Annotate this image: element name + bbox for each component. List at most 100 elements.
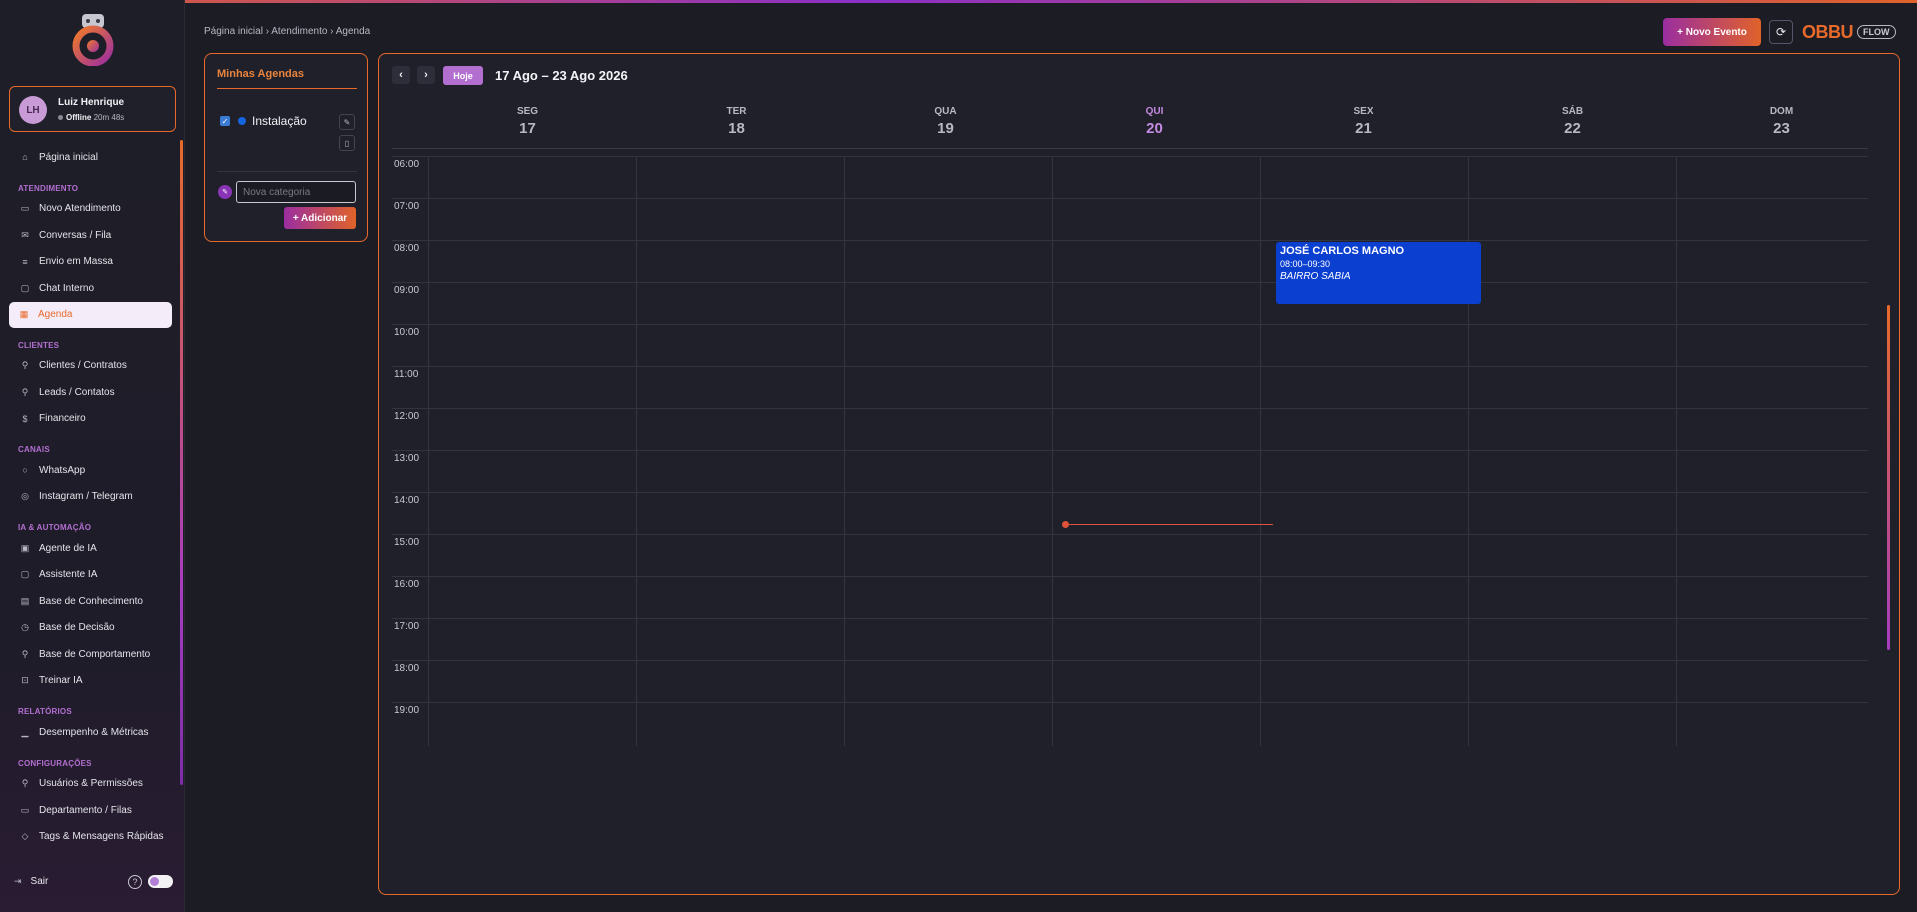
prev-week-button[interactable]: ‹: [392, 66, 410, 84]
refresh-icon[interactable]: ⟳: [1769, 20, 1793, 44]
hour-row[interactable]: 14:00: [392, 492, 1868, 534]
lock-icon: ⊡: [21, 675, 29, 686]
calendar-event[interactable]: JOSÉ CARLOS MAGNO 08:00–09:30 BAIRRO SAB…: [1276, 242, 1481, 304]
sidebar-item-leads[interactable]: ⚲ Leads / Contatos: [0, 379, 180, 406]
sidebar-item-label: Usuários & Permissões: [39, 778, 143, 790]
help-icon[interactable]: ?: [128, 875, 142, 889]
day-header[interactable]: TER 18: [632, 106, 841, 137]
day-name: SEX: [1353, 106, 1374, 117]
hour-row[interactable]: 16:00: [392, 576, 1868, 618]
brand-logo: OBBU FLOW: [1802, 21, 1896, 43]
sidebar-item-label: Tags & Mensagens Rápidas: [39, 831, 164, 843]
user-status: Offline 20m 48s: [58, 113, 124, 122]
hour-row[interactable]: 19:00: [392, 702, 1868, 744]
decision-icon: ◷: [21, 622, 29, 633]
hour-row[interactable]: 15:00: [392, 534, 1868, 576]
today-button[interactable]: Hoje: [443, 66, 483, 85]
day-column-divider: [1676, 156, 1677, 746]
new-category-input[interactable]: [236, 181, 356, 203]
app-logo[interactable]: [68, 12, 118, 67]
sidebar-item-chat-interno[interactable]: ▢ Chat Interno: [0, 275, 180, 302]
calendar-panel: ‹ › Hoje 17 Ago – 23 Ago 2026 SEG 17 TER 1…: [378, 53, 1900, 895]
divider: [217, 171, 357, 172]
hour-row[interactable]: 06:00: [392, 156, 1868, 198]
day-header[interactable]: QUA 19: [841, 106, 1050, 137]
sidebar-scrollbar[interactable]: [180, 140, 183, 785]
hour-row[interactable]: 17:00: [392, 618, 1868, 660]
day-header[interactable]: SEX 21: [1259, 106, 1468, 137]
hour-row[interactable]: 08:00: [392, 240, 1868, 282]
sidebar-item-base-decisao[interactable]: ◷ Base de Decisão: [0, 615, 180, 642]
hour-label: 07:00: [394, 201, 420, 212]
sidebar-item-home[interactable]: ⌂ Página inicial: [0, 144, 180, 171]
sidebar-nav: ⌂ Página inicial ATENDIMENTO ▭ Novo Atendi…: [0, 144, 180, 850]
agenda-checkbox[interactable]: ✓: [220, 116, 230, 126]
sidebar-item-conversas[interactable]: ✉ Conversas / Fila: [0, 222, 180, 249]
logout-button[interactable]: ⇥ Sair: [14, 876, 48, 887]
sidebar-item-instagram[interactable]: ◎ Instagram / Telegram: [0, 484, 180, 511]
hour-label: 19:00: [394, 705, 420, 716]
breadcrumb: Página inicial › Atendimento › Agenda: [204, 26, 371, 37]
day-column-divider: [1260, 156, 1261, 746]
users-icon: ⚲: [21, 386, 29, 397]
hour-row[interactable]: 09:00: [392, 282, 1868, 324]
bot-icon: ▣: [20, 542, 30, 553]
sidebar-item-tags[interactable]: ◇ Tags & Mensagens Rápidas: [0, 824, 180, 851]
hour-row[interactable]: 18:00: [392, 660, 1868, 702]
day-header-today[interactable]: QUI 20: [1050, 106, 1259, 137]
edit-icon[interactable]: ✎: [339, 114, 355, 130]
user-card[interactable]: LH Luiz Henrique Offline 20m 48s: [9, 86, 176, 132]
hour-row[interactable]: 11:00: [392, 366, 1868, 408]
top-accent-bar: [0, 0, 1917, 3]
sidebar-item-agente-ia[interactable]: ▣ Agente de IA: [0, 535, 180, 562]
next-week-button[interactable]: ›: [417, 66, 435, 84]
day-column-divider: [636, 156, 637, 746]
sidebar-item-label: Base de Comportamento: [39, 648, 151, 660]
sidebar-item-usuarios[interactable]: ⚲ Usuários & Permissões: [0, 771, 180, 798]
section-label-configuracoes: CONFIGURAÇÕES: [18, 758, 92, 768]
sidebar-item-base-comportamento[interactable]: ⚲ Base de Comportamento: [0, 641, 180, 668]
day-name: QUA: [934, 106, 957, 117]
sidebar-item-agenda[interactable]: ▦ Agenda: [9, 301, 172, 328]
day-header[interactable]: SEG 17: [423, 106, 632, 137]
sidebar-item-whatsapp[interactable]: ○ WhatsApp: [0, 457, 180, 484]
sidebar-item-departamento[interactable]: ▭ Departamento / Filas: [0, 797, 180, 824]
sidebar-item-treinar-ia[interactable]: ⊡ Treinar IA: [0, 668, 180, 695]
day-name: SÁB: [1561, 106, 1584, 117]
theme-toggle[interactable]: [148, 875, 173, 888]
sidebar-item-desempenho[interactable]: ▁ Desempenho & Métricas: [0, 719, 180, 746]
sidebar-item-assistente-ia[interactable]: ▢ Assistente IA: [0, 562, 180, 589]
section-label-relatorios: RELATÓRIOS: [18, 707, 72, 716]
sidebar-item-label: Agente de IA: [39, 542, 97, 554]
new-event-button[interactable]: + Novo Evento: [1663, 18, 1761, 46]
sidebar-item-base-conhecimento[interactable]: ▤ Base de Conhecimento: [0, 588, 180, 615]
logout-icon: ⇥: [14, 876, 22, 886]
sidebar-item-label: Assistente IA: [39, 569, 98, 581]
hour-label: 06:00: [394, 159, 420, 170]
book-icon: ▤: [20, 595, 30, 606]
sidebar-item-label: Agenda: [38, 309, 73, 320]
trash-icon[interactable]: ▯: [339, 135, 355, 151]
sidebar-item-financeiro[interactable]: $ Financeiro: [0, 406, 180, 433]
hour-row[interactable]: 10:00: [392, 324, 1868, 366]
hour-row[interactable]: 13:00: [392, 450, 1868, 492]
agenda-label: Instalação: [252, 114, 307, 128]
color-picker-icon[interactable]: ✎: [218, 185, 232, 199]
logout-label: Sair: [30, 876, 49, 887]
bar-chart-icon: ▁: [21, 726, 29, 737]
brand-name: OBBU: [1802, 21, 1854, 42]
sidebar-item-clientes[interactable]: ⚲ Clientes / Contratos: [0, 353, 180, 380]
day-header[interactable]: DOM 23: [1677, 106, 1886, 137]
status-elapsed: 20m 48s: [93, 113, 125, 122]
time-grid[interactable]: 06:00 07:00 08:00 09:00 10:00 11:00 12:0…: [392, 156, 1868, 746]
sidebar-item-novo-atendimento[interactable]: ▭ Novo Atendimento: [0, 196, 180, 223]
dollar-icon: $: [22, 413, 28, 424]
sidebar-item-envio-massa[interactable]: ≡ Envio em Massa: [0, 249, 180, 276]
hour-row[interactable]: 12:00: [392, 408, 1868, 450]
section-label-ia: IA & AUTOMAÇÃO: [18, 523, 92, 532]
add-category-button[interactable]: + Adicionar: [284, 207, 356, 229]
calendar-scrollbar[interactable]: [1887, 305, 1890, 650]
day-header[interactable]: SÁB 22: [1468, 106, 1677, 137]
sidebar: LH Luiz Henrique Offline 20m 48s ⌂ Página…: [0, 0, 185, 912]
hour-row[interactable]: 07:00: [392, 198, 1868, 240]
